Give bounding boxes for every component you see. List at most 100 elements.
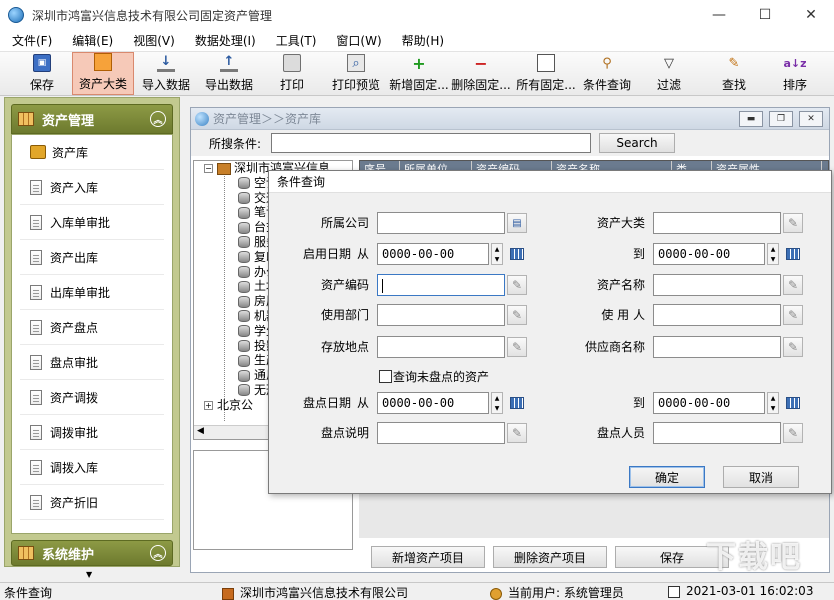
expand-icon[interactable]: ︽: [150, 545, 166, 561]
count-date-from-field[interactable]: 0000-00-00: [377, 392, 489, 414]
edit-pencil-icon[interactable]: ✎: [507, 275, 527, 295]
book-icon: [222, 587, 234, 600]
sidebar-item-inventory[interactable]: 资产盘点: [20, 310, 164, 345]
sidebar-item-in-approval[interactable]: 入库单审批: [20, 205, 164, 240]
asset-category-button[interactable]: 资产大类: [72, 52, 134, 95]
menu-tools[interactable]: 工具(T): [268, 30, 325, 52]
start-from-spinner[interactable]: ▲ ▼: [491, 243, 503, 265]
calendar-icon[interactable]: [507, 244, 527, 264]
start-date-from-field[interactable]: 0000-00-00: [377, 243, 489, 265]
add-asset-button[interactable]: + 新增固定...: [388, 52, 450, 95]
location-field[interactable]: [377, 336, 505, 358]
close-button[interactable]: ✕: [788, 0, 834, 30]
sort-button[interactable]: a↓z 排序: [764, 52, 826, 95]
location-label: 存放地点: [320, 340, 369, 354]
delete-asset-button[interactable]: − 删除固定...: [450, 52, 512, 95]
menu-data[interactable]: 数据处理(I): [187, 30, 264, 52]
child-close-button[interactable]: ✕: [799, 110, 823, 127]
sidebar-item-transfer[interactable]: 资产调拨: [20, 380, 164, 415]
uncounted-checkbox[interactable]: [379, 370, 392, 383]
company-field[interactable]: [377, 212, 505, 234]
condition-query-button[interactable]: ⚲ 条件查询: [580, 52, 634, 95]
start-date-to-field[interactable]: 0000-00-00: [653, 243, 765, 265]
export-data-button[interactable]: ↑ 导出数据: [198, 52, 260, 95]
window-controls: — ☐ ✕: [696, 0, 834, 30]
sidebar-item-inventory-approval[interactable]: 盘点审批: [20, 345, 164, 380]
sidebar-item-out-approval[interactable]: 出库单审批: [20, 275, 164, 310]
department-field[interactable]: [377, 304, 505, 326]
collapse-up-icon[interactable]: ︽: [150, 111, 166, 127]
sidebar-item-depreciation[interactable]: 资产折旧: [20, 485, 164, 520]
edit-pencil-icon[interactable]: ✎: [507, 423, 527, 443]
sort-icon: a↓z: [783, 56, 807, 70]
sidebar-item-transfer-in[interactable]: 调拨入库: [20, 450, 164, 485]
menu-edit[interactable]: 编辑(E): [64, 30, 121, 52]
watermark: 下载吧: [706, 540, 802, 575]
edit-pencil-icon[interactable]: ✎: [783, 275, 803, 295]
document-icon: [30, 249, 42, 265]
search-button[interactable]: Search: [599, 133, 676, 153]
database-icon: [238, 192, 250, 205]
ok-button[interactable]: 确定: [629, 466, 705, 488]
calendar-icon[interactable]: [507, 393, 527, 413]
child-restore-button[interactable]: ❐: [769, 110, 793, 127]
counter-field[interactable]: [653, 422, 781, 444]
count-to-spinner[interactable]: ▲ ▼: [767, 392, 779, 414]
sidebar-item-asset-in[interactable]: 资产入库: [20, 170, 164, 205]
asset-code-field[interactable]: [377, 274, 505, 296]
sidebar-item-asset-out[interactable]: 资产出库: [20, 240, 164, 275]
menu-file[interactable]: 文件(F): [4, 30, 60, 52]
supplier-field[interactable]: [653, 336, 781, 358]
scroll-down-icon[interactable]: ▼: [86, 570, 92, 579]
edit-pencil-icon[interactable]: ✎: [507, 337, 527, 357]
menu-window[interactable]: 窗口(W): [328, 30, 389, 52]
calendar-icon[interactable]: [783, 393, 803, 413]
child-minimize-button[interactable]: ▬: [739, 110, 763, 127]
start-to-spinner[interactable]: ▲ ▼: [767, 243, 779, 265]
edit-pencil-icon[interactable]: ✎: [507, 305, 527, 325]
database-icon: [238, 369, 250, 382]
menu-bar: 文件(F) 编辑(E) 视图(V) 数据处理(I) 工具(T) 窗口(W) 帮助…: [0, 30, 834, 52]
sidebar-footer-system[interactable]: 系统维护 ︽: [11, 540, 173, 566]
sidebar-item-transfer-approval[interactable]: 调拨审批: [20, 415, 164, 450]
dialog-title: 条件查询: [269, 171, 831, 193]
asset-name-field[interactable]: [653, 274, 781, 296]
edit-pencil-icon[interactable]: ✎: [783, 337, 803, 357]
filter-button[interactable]: ▽ 过滤: [634, 52, 704, 95]
sidebar-item-asset-library[interactable]: 资产库: [20, 135, 164, 170]
child-title-bar: 资产管理＞＞资产库 ▬ ❐ ✕: [191, 108, 829, 130]
print-preview-button[interactable]: ⌕ 打印预览: [324, 52, 388, 95]
menu-help[interactable]: 帮助(H): [394, 30, 452, 52]
lookup-icon[interactable]: ▤: [507, 213, 527, 233]
count-date-to-field[interactable]: 0000-00-00: [653, 392, 765, 414]
toolbar: ▣ 保存 资产大类 ↓ 导入数据 ↑ 导出数据 打印 ⌕ 打印预览 + 新增固定... −…: [0, 52, 834, 96]
save-icon: ▣: [33, 54, 51, 72]
category-field[interactable]: [653, 212, 781, 234]
add-asset-item-button[interactable]: 新增资产项目: [371, 546, 485, 568]
import-data-button[interactable]: ↓ 导入数据: [134, 52, 198, 95]
print-button[interactable]: 打印: [260, 52, 324, 95]
document-icon: [30, 494, 42, 510]
user-field[interactable]: [653, 304, 781, 326]
print-icon: [283, 54, 301, 72]
maximize-button[interactable]: ☐: [742, 0, 788, 30]
edit-pencil-icon[interactable]: ✎: [783, 305, 803, 325]
count-note-field[interactable]: [377, 422, 505, 444]
add-icon: +: [412, 53, 426, 73]
count-from-spinner[interactable]: ▲ ▼: [491, 392, 503, 414]
find-button[interactable]: ✎ 查找: [704, 52, 764, 95]
edit-pencil-icon[interactable]: ✎: [783, 423, 803, 443]
sidebar-header[interactable]: 资产管理 ︽: [11, 104, 173, 134]
collapse-icon[interactable]: −: [204, 164, 213, 173]
expand-icon[interactable]: +: [204, 400, 213, 410]
asset-name-label: 资产名称: [596, 278, 645, 292]
save-button[interactable]: ▣ 保存: [12, 52, 72, 95]
menu-view[interactable]: 视图(V): [125, 30, 183, 52]
cancel-button[interactable]: 取消: [723, 466, 799, 488]
calendar-icon[interactable]: [783, 244, 803, 264]
search-input[interactable]: [271, 133, 592, 153]
delete-asset-item-button[interactable]: 删除资产项目: [493, 546, 607, 568]
all-assets-button[interactable]: 所有固定...: [512, 52, 580, 95]
edit-pencil-icon[interactable]: ✎: [783, 213, 803, 233]
minimize-button[interactable]: —: [696, 0, 742, 30]
